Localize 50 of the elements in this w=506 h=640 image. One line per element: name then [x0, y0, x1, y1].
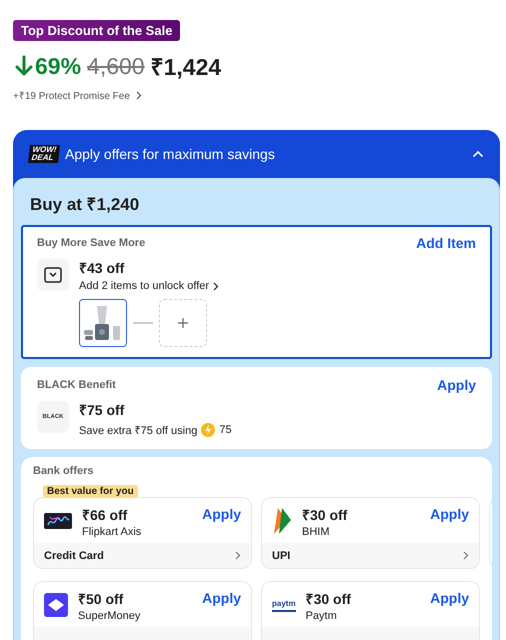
- sale-badge: Top Discount of the Sale: [13, 20, 180, 41]
- bank-name: Paytm: [306, 610, 338, 622]
- offer-amount: ₹30 off: [306, 590, 352, 608]
- payment-type: Credit Card: [44, 550, 104, 562]
- apply-link[interactable]: Apply: [430, 590, 469, 606]
- offer-amount: ₹66 off: [82, 506, 128, 524]
- apply-link[interactable]: Apply: [202, 590, 241, 606]
- offer-amount: ₹30 off: [302, 506, 348, 524]
- apply-link[interactable]: Apply: [202, 506, 241, 522]
- bank-offer-card[interactable]: paytm ₹30 off Paytm Apply: [261, 581, 480, 640]
- offer-action-link[interactable]: Apply: [437, 377, 476, 393]
- offer-amount: ₹43 off: [79, 259, 126, 277]
- offer-card[interactable]: Buy More Save More Add Item ₹43 off Add 2 items to unlock offer: [21, 225, 492, 359]
- offers-header[interactable]: WOW! DEAL Apply offers for maximum savings: [13, 130, 500, 178]
- bank-name: SuperMoney: [78, 610, 142, 622]
- paytm-logo: paytm: [272, 598, 296, 612]
- offer-heading: BLACK Benefit: [37, 379, 116, 391]
- credit-card-icon: [44, 513, 72, 529]
- bank-offer-card[interactable]: ₹66 off Flipkart Axis Apply Credit Card: [33, 497, 252, 569]
- original-price: 4,600: [87, 52, 145, 80]
- offer-note: Save extra ₹75 off using: [79, 424, 198, 437]
- bag-icon: [37, 259, 69, 291]
- offers-title: Apply offers for maximum savings: [65, 146, 276, 162]
- plus-icon[interactable]: [178, 318, 188, 328]
- chevron-right-icon[interactable]: [136, 90, 142, 100]
- bank-offer-card[interactable]: ₹30 off BHIM Apply UPI: [261, 497, 480, 569]
- supermoney-logo-icon: [44, 593, 68, 617]
- payment-type: UPI: [272, 550, 290, 562]
- offer-note: Add 2 items to unlock offer: [79, 280, 210, 292]
- offer-heading: Buy More Save More: [37, 237, 146, 249]
- offer-amount: ₹50 off: [78, 590, 124, 608]
- apply-link[interactable]: Apply: [430, 506, 469, 522]
- final-price: ₹1,424: [150, 53, 222, 82]
- discount-percent: 69%: [35, 52, 82, 80]
- bank-name: Flipkart Axis: [82, 526, 142, 538]
- best-value-tag: Best value for you: [43, 485, 138, 498]
- coin-icon: [201, 422, 216, 436]
- bank-offer-card[interactable]: ₹50 off SuperMoney Apply: [33, 581, 252, 640]
- buy-at-price: Buy at ₹1,240: [29, 194, 140, 215]
- fee-text[interactable]: +₹19 Protect Promise Fee: [13, 88, 130, 102]
- coin-amount: 75: [219, 424, 232, 436]
- bhim-logo-icon: [272, 508, 292, 534]
- caret-icon[interactable]: [472, 150, 484, 158]
- chevron-right-icon[interactable]: [213, 282, 220, 290]
- offer-amount: ₹75 off: [79, 401, 126, 419]
- bank-name: BHIM: [302, 526, 330, 538]
- deal-logo: WOW! DEAL: [28, 145, 60, 163]
- offer-action-link[interactable]: Add Item: [416, 235, 476, 251]
- offer-heading: Bank offers: [33, 465, 95, 477]
- down-arrow-icon: [15, 55, 33, 77]
